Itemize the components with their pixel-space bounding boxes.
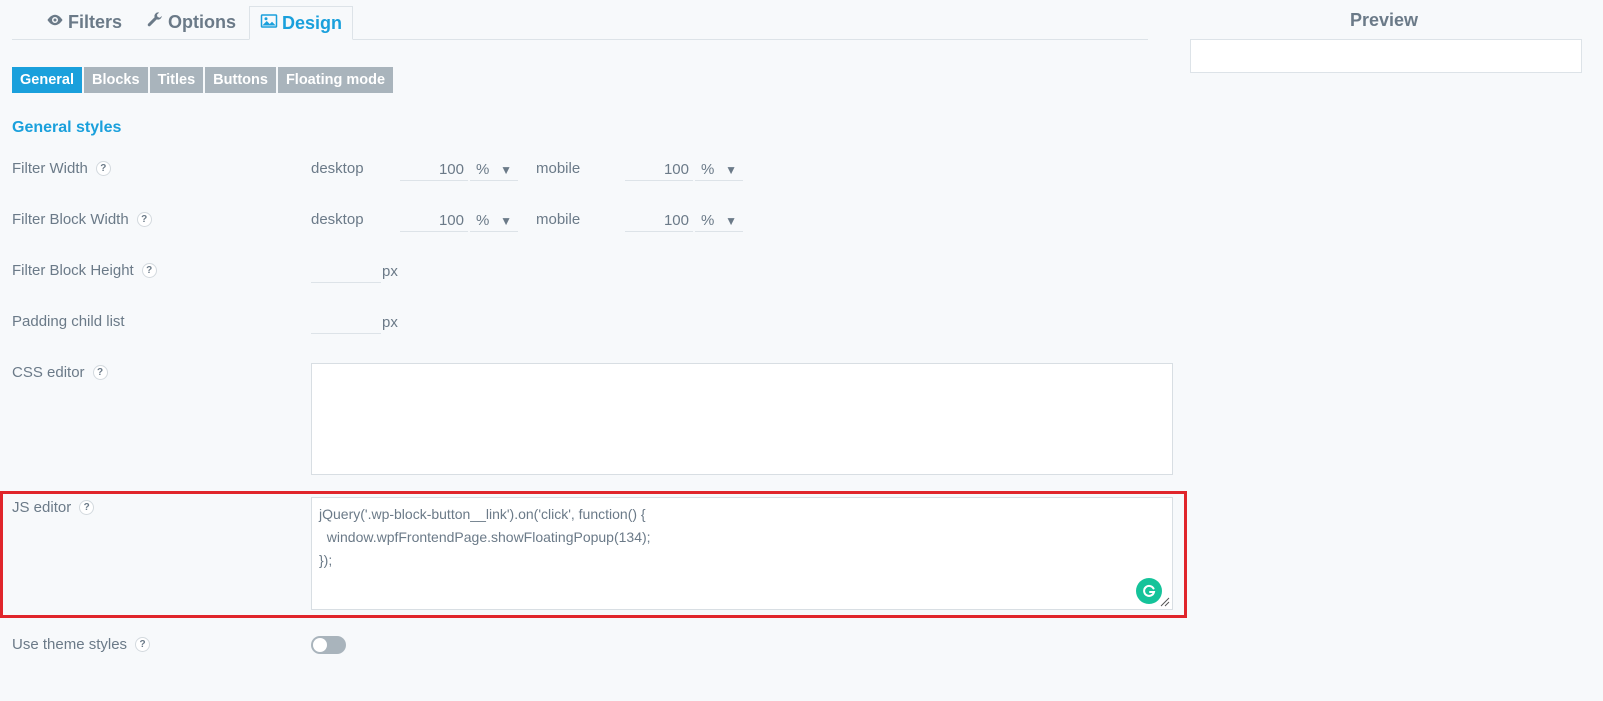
desktop-label: desktop: [311, 211, 364, 228]
section-title: General styles: [12, 119, 122, 136]
caret-down-icon: ▼: [500, 162, 512, 177]
help-icon[interactable]: ?: [136, 212, 152, 227]
filter-width-mobile-unit-select[interactable]: % ▼: [695, 159, 743, 181]
tab-options[interactable]: Options: [136, 6, 246, 39]
help-icon[interactable]: ?: [141, 263, 157, 278]
mobile-label: mobile: [536, 160, 581, 177]
use-theme-styles-label-row: Use theme styles ?: [12, 636, 151, 653]
caret-down-icon: ▼: [725, 213, 737, 228]
subtab-titles[interactable]: Titles: [149, 67, 204, 93]
subtab-general[interactable]: General: [12, 67, 82, 93]
help-icon[interactable]: ?: [92, 365, 108, 380]
caret-down-icon: ▼: [500, 213, 512, 228]
caret-down-icon: ▼: [725, 162, 737, 177]
px-unit-label: px: [382, 263, 398, 280]
padding-child-list-label: Padding child list: [12, 313, 125, 330]
css-editor-textarea[interactable]: [311, 363, 1173, 475]
filter-block-width-desktop-input[interactable]: 100: [400, 210, 468, 232]
use-theme-styles-toggle[interactable]: [311, 636, 346, 654]
tab-design-label: Design: [282, 12, 343, 33]
tab-design[interactable]: Design: [249, 6, 354, 40]
desktop-label: desktop: [311, 160, 364, 177]
subtab-floating-mode[interactable]: Floating mode: [277, 67, 394, 93]
filter-width-mobile-input[interactable]: 100: [625, 159, 693, 181]
image-icon: [260, 12, 278, 35]
filter-block-height-label: Filter Block Height: [12, 262, 134, 279]
filter-block-width-desktop-unit-select[interactable]: % ▼: [470, 210, 518, 232]
filter-block-width-mobile-unit-select[interactable]: % ▼: [695, 210, 743, 232]
use-theme-styles-label: Use theme styles: [12, 636, 128, 653]
subtab-buttons[interactable]: Buttons: [205, 67, 276, 93]
filter-width-label-row: Filter Width ?: [12, 160, 111, 177]
main-tabs: Filters Options Design: [12, 0, 1148, 40]
subtab-blocks[interactable]: Blocks: [84, 67, 148, 93]
mobile-label: mobile: [536, 211, 581, 228]
help-icon[interactable]: ?: [135, 637, 151, 652]
filter-block-width-label-row: Filter Block Width ?: [12, 211, 152, 228]
filter-width-desktop-unit-select[interactable]: % ▼: [470, 159, 518, 181]
filter-width-label: Filter Width: [12, 160, 88, 177]
padding-child-list-label-row: Padding child list: [12, 313, 125, 330]
tab-filters-label: Filters: [68, 12, 123, 32]
unit-value: %: [701, 212, 715, 229]
unit-value: %: [701, 161, 715, 178]
filter-block-height-input[interactable]: [311, 261, 381, 283]
filter-width-desktop-input[interactable]: 100: [400, 159, 468, 181]
css-editor-label: CSS editor: [12, 364, 85, 381]
eye-icon: [46, 11, 64, 34]
filter-block-height-label-row: Filter Block Height ?: [12, 262, 157, 279]
filter-block-width-label: Filter Block Width: [12, 211, 129, 228]
filter-block-width-mobile-input[interactable]: 100: [625, 210, 693, 232]
tab-options-label: Options: [168, 12, 236, 32]
padding-child-list-input[interactable]: [311, 312, 381, 334]
unit-value: %: [476, 212, 490, 229]
tab-filters[interactable]: Filters: [36, 6, 132, 39]
px-unit-label: px: [382, 314, 398, 331]
design-sub-tabs: General Blocks Titles Buttons Floating m…: [12, 67, 394, 93]
css-editor-label-row: CSS editor ?: [12, 364, 108, 381]
unit-value: %: [476, 161, 490, 178]
preview-title: Preview: [1349, 10, 1419, 30]
help-icon[interactable]: ?: [95, 161, 111, 176]
toggle-knob: [313, 638, 327, 652]
preview-panel: [1190, 39, 1582, 73]
highlight-box: [0, 491, 1187, 618]
wrench-icon: [146, 11, 164, 34]
